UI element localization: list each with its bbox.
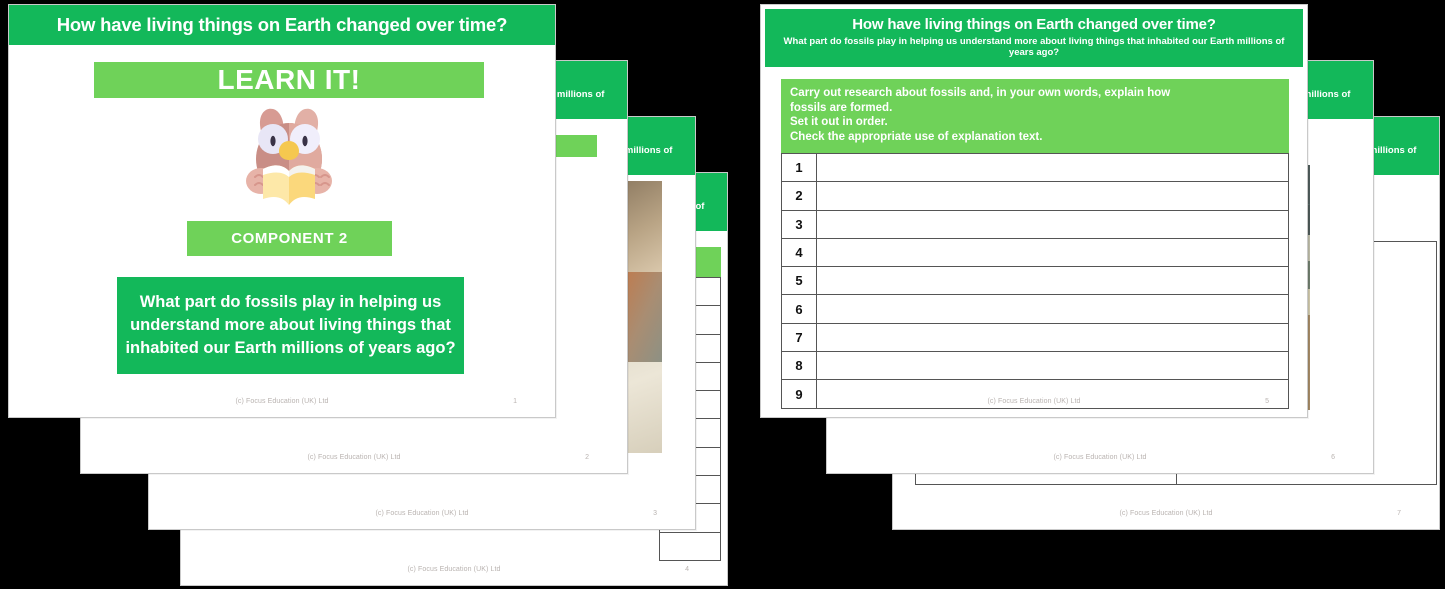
- slide-3-footer: (c) Focus Education (UK) Ltd: [375, 510, 469, 517]
- slide-1-question-banner: What part do fossils play in helping us …: [117, 277, 464, 374]
- slide-1-question-text: What part do fossils play in helping us …: [125, 293, 456, 357]
- table-row[interactable]: 7: [781, 323, 1289, 353]
- slide-7-footer: (c) Focus Education (UK) Ltd: [1119, 510, 1213, 517]
- table-row[interactable]: 4: [781, 238, 1289, 268]
- slide-5-task-instructions: Carry out research about fossils and, in…: [781, 79, 1289, 153]
- slide-2-footer: (c) Focus Education (UK) Ltd: [307, 454, 401, 461]
- slide-4-footer: (c) Focus Education (UK) Ltd: [407, 566, 501, 573]
- row-answer-field[interactable]: [660, 533, 720, 560]
- slide-4-page-number: 4: [685, 566, 689, 573]
- table-row[interactable]: 5: [781, 267, 1289, 296]
- slide-1-title: How have living things on Earth changed …: [56, 13, 508, 35]
- slide-stack-canvas: How have living things on Earth changed …: [0, 0, 1445, 589]
- slide-5-footer: (c) Focus Education (UK) Ltd: [987, 398, 1081, 405]
- slide-6-footer: (c) Focus Education (UK) Ltd: [1053, 454, 1147, 461]
- row-number: 6: [782, 295, 817, 323]
- row-number: 2: [782, 182, 817, 210]
- slide-2-page-number: 2: [585, 454, 589, 461]
- slide-5-numbered-answer-table: 1 2 3 4 5 6 7 8 9: [781, 153, 1289, 409]
- row-number: 4: [782, 238, 817, 267]
- slide-1-footer: (c) Focus Education (UK) Ltd: [235, 398, 329, 405]
- row-number: 5: [782, 267, 817, 295]
- table-row[interactable]: 8: [781, 352, 1289, 381]
- row-answer-field[interactable]: [817, 295, 1288, 322]
- table-row[interactable]: 2: [781, 182, 1289, 211]
- task-line: Set it out in order.: [790, 116, 888, 129]
- task-line: fossils are formed.: [790, 101, 893, 114]
- row-answer-field[interactable]: [817, 154, 1288, 181]
- slide-1-header: How have living things on Earth changed …: [9, 5, 555, 45]
- component-banner: COMPONENT 2: [187, 221, 392, 256]
- row-answer-field[interactable]: [817, 239, 1288, 266]
- slide-thumbnail-1[interactable]: How have living things on Earth changed …: [8, 4, 556, 418]
- row-number: 1: [782, 154, 817, 182]
- row-answer-field[interactable]: [817, 182, 1288, 209]
- row-answer-field[interactable]: [817, 211, 1288, 238]
- slide-5-subtitle: What part do fossils play in helping us …: [783, 36, 1285, 59]
- slide-thumbnail-5[interactable]: How have living things on Earth changed …: [760, 4, 1308, 418]
- learn-it-banner: LEARN IT!: [94, 62, 484, 98]
- learn-it-label: LEARN IT!: [217, 64, 361, 95]
- row-number: 8: [782, 352, 817, 380]
- row-number: 7: [782, 323, 817, 352]
- row-number: 3: [782, 210, 817, 238]
- row-answer-field[interactable]: [817, 267, 1288, 294]
- slide-5-page-number: 5: [1265, 398, 1269, 405]
- row-answer-field[interactable]: [817, 352, 1288, 379]
- task-line: Check the appropriate use of explanation…: [790, 131, 1043, 144]
- slide-1-page-number: 1: [513, 398, 517, 405]
- row-answer-field[interactable]: [817, 324, 1288, 351]
- slide-7-page-number: 7: [1397, 510, 1401, 517]
- task-line: Carry out research about fossils and, in…: [790, 87, 1171, 99]
- table-row[interactable]: [659, 532, 721, 561]
- slide-5-header: How have living things on Earth changed …: [765, 9, 1303, 67]
- slide-6-page-number: 6: [1331, 454, 1335, 461]
- table-row[interactable]: 3: [781, 210, 1289, 239]
- owl-reading-icon: [235, 103, 343, 208]
- table-row[interactable]: 1: [781, 153, 1289, 183]
- slide-5-title: How have living things on Earth changed …: [852, 16, 1216, 34]
- table-row[interactable]: 6: [781, 295, 1289, 324]
- component-label: COMPONENT 2: [231, 230, 348, 247]
- slide-3-page-number: 3: [653, 510, 657, 517]
